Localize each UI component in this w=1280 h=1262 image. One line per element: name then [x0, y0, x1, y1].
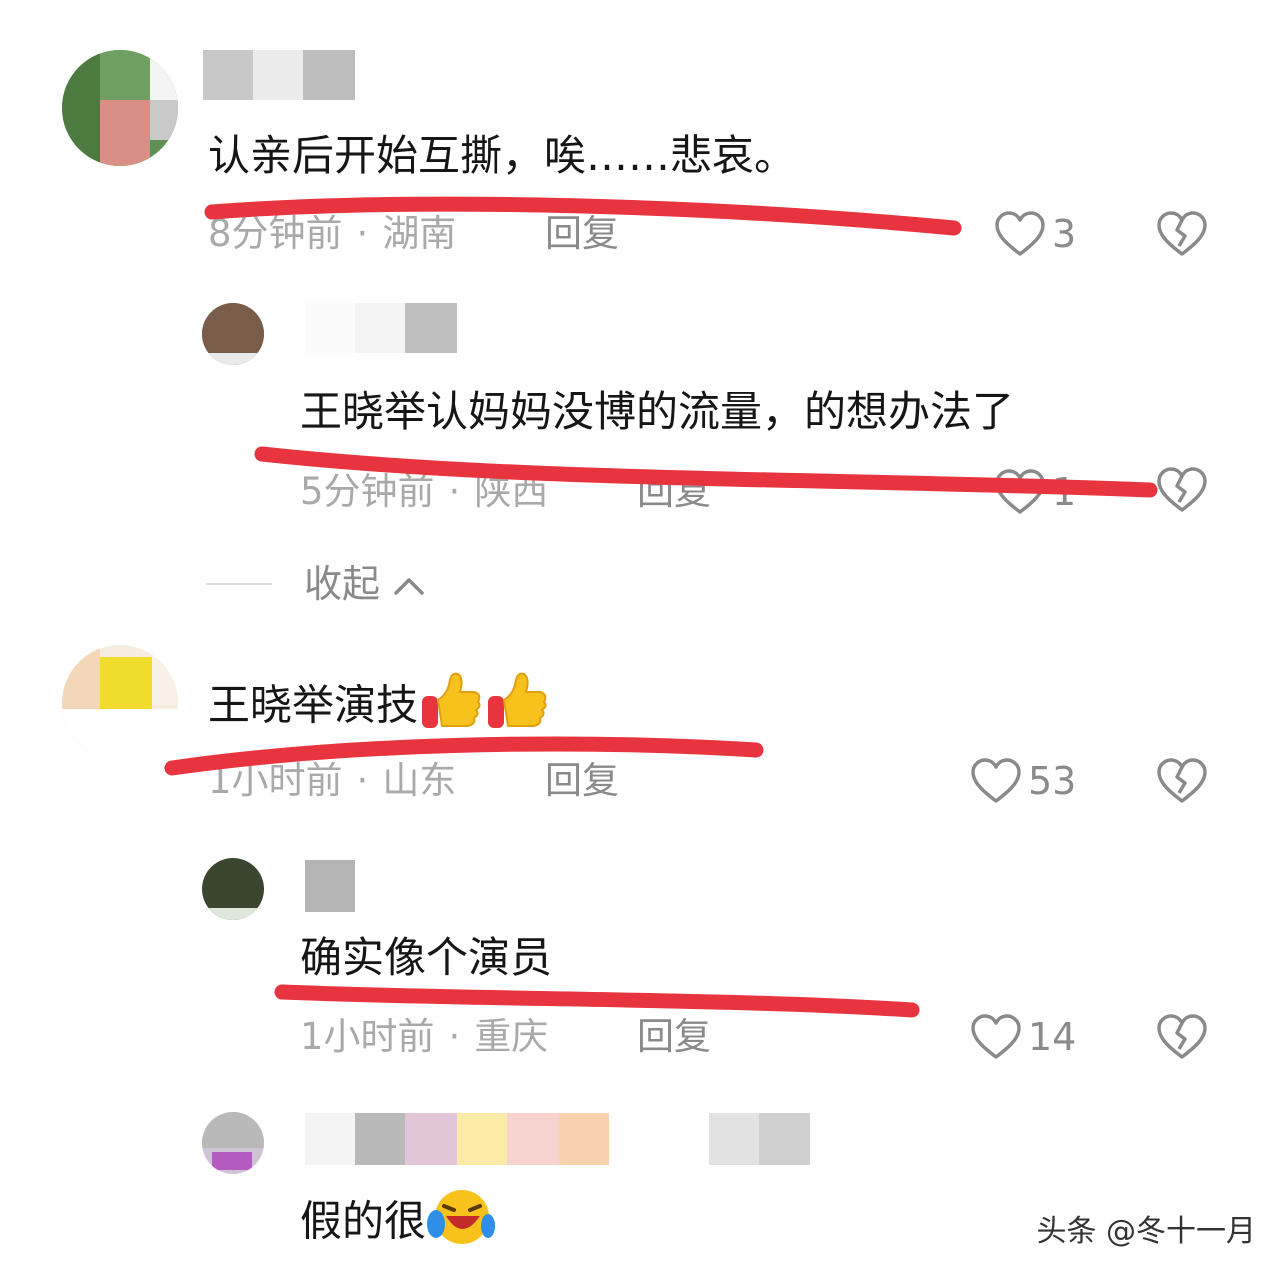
reply-button[interactable]: 回复: [545, 210, 619, 258]
dislike-button[interactable]: [1156, 757, 1208, 805]
reply-button[interactable]: 回复: [637, 1013, 711, 1061]
comment-text: 王晓举演技: [208, 670, 550, 746]
heart-icon: [994, 210, 1046, 258]
broken-heart-icon: [1156, 1013, 1208, 1061]
comment-text: 认亲后开始互撕，唉……悲哀。: [208, 131, 797, 180]
username-redacted[interactable]: [305, 860, 355, 912]
chevron-up-icon: [392, 560, 426, 608]
avatar[interactable]: [62, 50, 178, 166]
comment-meta: 1小时前 · 重庆: [300, 1015, 549, 1058]
username-redacted[interactable]: [203, 50, 355, 100]
avatar[interactable]: [202, 1112, 264, 1174]
comment-location: 重庆: [474, 1015, 549, 1058]
red-underline: [274, 984, 920, 1018]
username-redacted[interactable]: [305, 1113, 810, 1165]
dislike-button[interactable]: [1156, 1013, 1208, 1061]
watermark: 头条 @冬十一月: [1036, 1214, 1256, 1249]
avatar[interactable]: [202, 858, 264, 920]
heart-icon: [994, 468, 1046, 516]
divider: [206, 583, 272, 585]
dislike-button[interactable]: [1156, 210, 1208, 258]
comment-text-content: 假的很: [300, 1196, 427, 1246]
like-button[interactable]: 1: [994, 468, 1076, 516]
comment-meta: 5分钟前 · 陕西: [300, 470, 549, 513]
thumbs-up-emoji: [418, 670, 484, 746]
like-button[interactable]: 14: [970, 1013, 1076, 1061]
avatar[interactable]: [62, 645, 178, 761]
like-count: 3: [1052, 212, 1077, 256]
comment-location: 山东: [382, 759, 457, 802]
comment-location: 陕西: [474, 470, 549, 513]
like-button[interactable]: 3: [994, 210, 1076, 258]
comment-text: 假的很: [300, 1186, 496, 1262]
heart-icon: [970, 1013, 1022, 1061]
comment-time: 1小时前: [208, 759, 343, 802]
reply-button[interactable]: 回复: [637, 468, 711, 516]
comment-location: 湖南: [382, 212, 457, 255]
collapse-label: 收起: [304, 562, 381, 606]
like-count: 1: [1052, 470, 1077, 514]
laughing-crying-emoji: [426, 1186, 496, 1262]
comment-time: 5分钟前: [300, 470, 435, 513]
like-button[interactable]: 53: [970, 757, 1076, 805]
comment-text-content: 王晓举演技: [208, 680, 419, 730]
like-count: 14: [1028, 1015, 1077, 1059]
broken-heart-icon: [1156, 757, 1208, 805]
avatar[interactable]: [202, 303, 264, 365]
heart-icon: [970, 757, 1022, 805]
reply-button[interactable]: 回复: [545, 757, 619, 805]
username-redacted[interactable]: [305, 303, 457, 353]
comment-text: 王晓举认妈妈没博的流量，的想办法了: [300, 387, 1015, 436]
comment-meta: 8分钟前 · 湖南: [208, 212, 457, 255]
comment-text: 确实像个演员: [300, 933, 553, 982]
broken-heart-icon: [1156, 466, 1208, 514]
broken-heart-icon: [1156, 210, 1208, 258]
comment-time: 8分钟前: [208, 212, 343, 255]
thumbs-up-emoji: [484, 670, 550, 746]
dislike-button[interactable]: [1156, 466, 1208, 514]
comment-meta: 1小时前 · 山东: [208, 759, 457, 802]
collapse-replies-button[interactable]: 收起: [206, 560, 426, 608]
like-count: 53: [1028, 759, 1077, 803]
comment-time: 1小时前: [300, 1015, 435, 1058]
